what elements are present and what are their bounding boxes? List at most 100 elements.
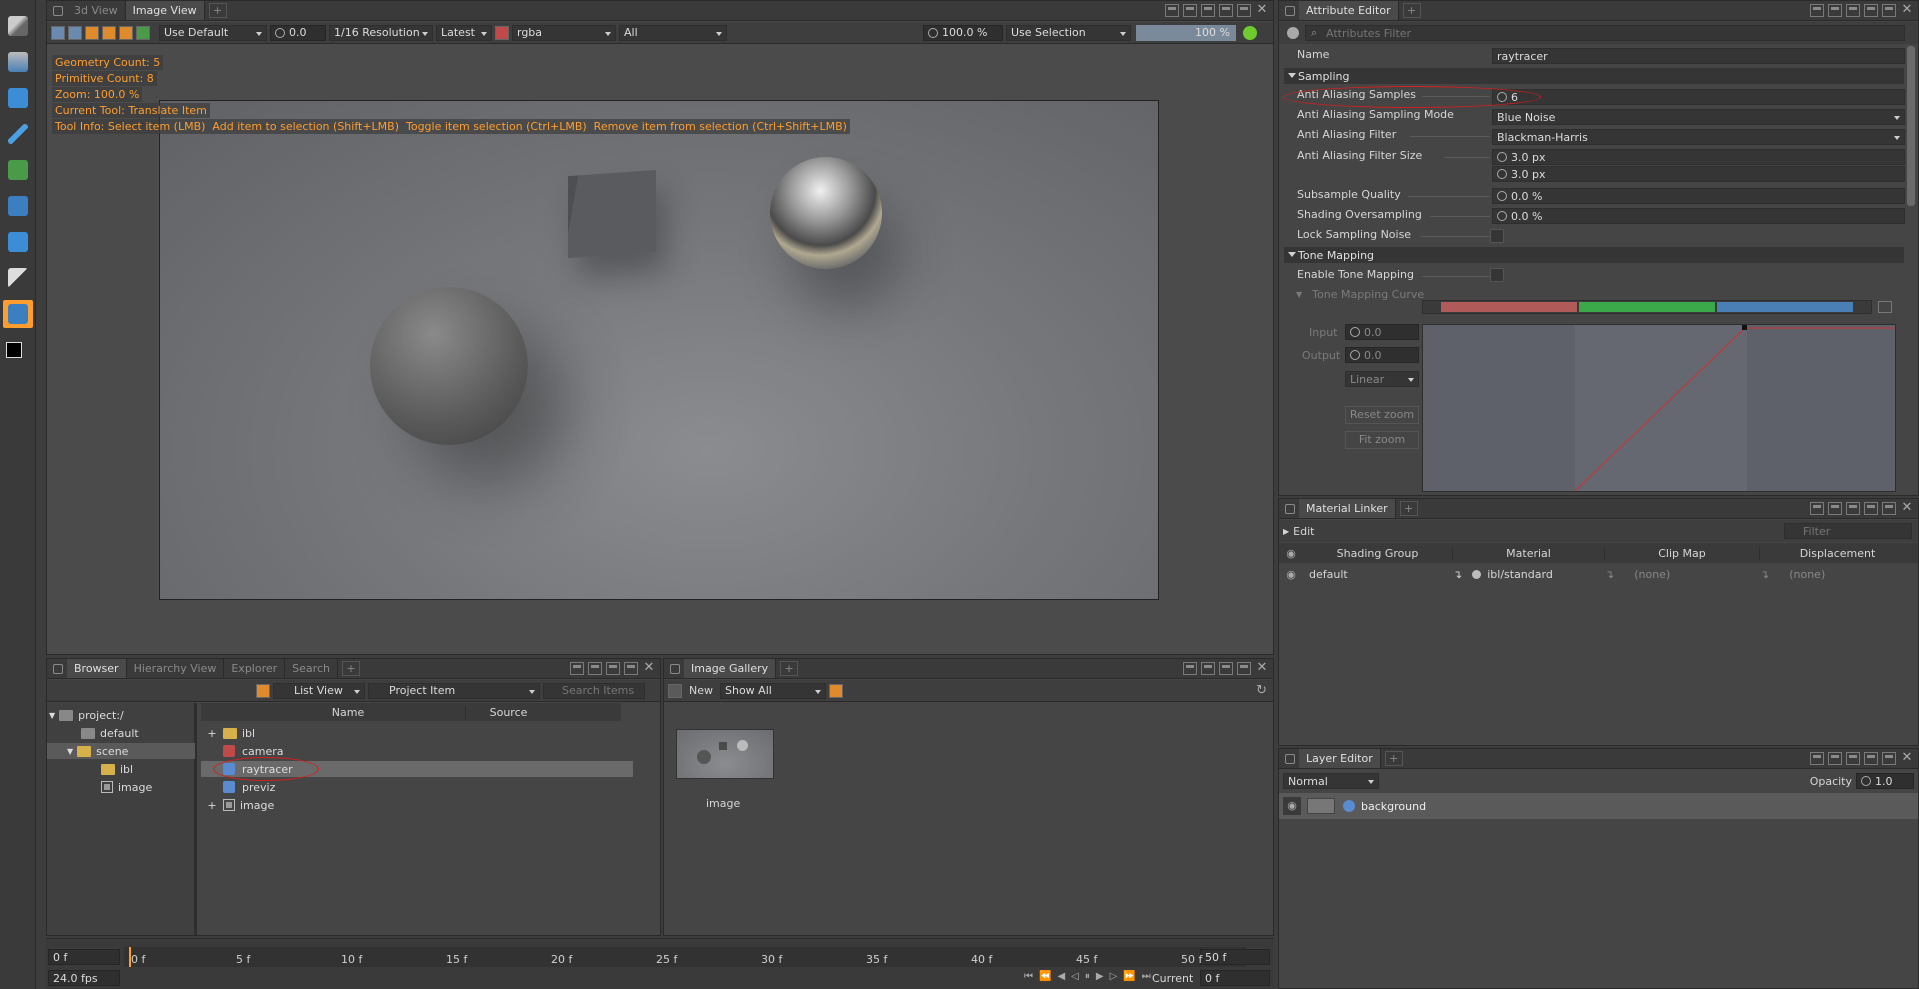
zoom-field[interactable]: 100.0 % bbox=[923, 24, 1003, 41]
layout-icon[interactable] bbox=[1846, 4, 1860, 17]
close-icon[interactable]: ✕ bbox=[1900, 501, 1914, 515]
attr-scrollbar[interactable] bbox=[1907, 46, 1915, 206]
grid-icon[interactable] bbox=[102, 25, 116, 40]
layout-icon[interactable] bbox=[588, 662, 602, 675]
select-tool[interactable] bbox=[3, 264, 33, 292]
search-items-input[interactable] bbox=[543, 682, 645, 699]
paint-brush-tool[interactable] bbox=[3, 12, 33, 40]
stamp-tool[interactable] bbox=[3, 48, 33, 76]
snapshot-icon[interactable] bbox=[51, 25, 65, 40]
minimize-icon[interactable] bbox=[624, 662, 638, 675]
lut-dropdown[interactable]: Use Default bbox=[159, 24, 267, 41]
next-key-icon[interactable]: ⏩ bbox=[1123, 971, 1135, 982]
add-tab-button[interactable]: + bbox=[1402, 3, 1421, 18]
channel-green[interactable] bbox=[1579, 302, 1715, 312]
minimize-icon[interactable] bbox=[1219, 4, 1233, 17]
sampling-section[interactable]: Sampling bbox=[1284, 68, 1904, 84]
layer-row-background[interactable]: ◉ background bbox=[1279, 793, 1918, 819]
tab-hierarchy-view[interactable]: Hierarchy View bbox=[127, 659, 225, 678]
close-icon[interactable]: ✕ bbox=[1255, 3, 1269, 17]
header-displacement[interactable]: Displacement bbox=[1760, 547, 1915, 560]
layout-icon[interactable] bbox=[1810, 502, 1824, 515]
channel-red[interactable] bbox=[1441, 302, 1577, 312]
new-button[interactable]: New bbox=[685, 684, 717, 697]
row-clip-map[interactable]: ↴ (none) bbox=[1605, 568, 1760, 581]
resolution-dropdown[interactable]: 1/16 Resolution bbox=[329, 24, 433, 41]
add-tab-button[interactable]: + bbox=[1399, 501, 1418, 516]
pause-icon[interactable]: ⏸ bbox=[1085, 971, 1090, 982]
tree-item-default[interactable]: default bbox=[81, 725, 139, 741]
layout-icon[interactable] bbox=[1165, 4, 1179, 17]
enable-tone-checkbox[interactable] bbox=[1490, 268, 1504, 282]
layer-dropdown[interactable]: All bbox=[619, 24, 727, 41]
tab-image-gallery[interactable]: Image Gallery bbox=[684, 659, 777, 678]
minimize-icon[interactable] bbox=[1864, 752, 1878, 765]
tone-mapping-section[interactable]: Tone Mapping bbox=[1284, 247, 1904, 263]
transform-tool[interactable] bbox=[3, 84, 33, 112]
tone-curve-section[interactable]: ▼ Tone Mapping Curve bbox=[1296, 286, 1424, 302]
subsample-field[interactable]: 0.0 % bbox=[1492, 188, 1905, 204]
play-backward-icon[interactable]: ◁ bbox=[1071, 971, 1079, 982]
tone-curve-graph[interactable] bbox=[1422, 324, 1896, 492]
tab-material-linker[interactable]: Material Linker bbox=[1299, 499, 1396, 518]
prev-frame-icon[interactable]: ◀ bbox=[1057, 971, 1065, 982]
play-icon[interactable]: ▶ bbox=[1096, 971, 1104, 982]
row-visibility-icon[interactable]: ◉ bbox=[1279, 568, 1303, 581]
browse-mode-icon[interactable] bbox=[256, 683, 270, 698]
start-frame-field[interactable]: 0 f bbox=[48, 949, 120, 965]
filter-toggle-icon[interactable] bbox=[1287, 27, 1299, 39]
view-mode-dropdown[interactable]: List View bbox=[273, 682, 365, 699]
fps-field[interactable]: 24.0 fps bbox=[48, 970, 120, 986]
aa-filter-size-y-field[interactable]: 3.0 px bbox=[1492, 166, 1905, 182]
layout-icon[interactable] bbox=[1219, 662, 1233, 675]
tab-explorer[interactable]: Explorer bbox=[224, 659, 286, 678]
minimize-icon[interactable] bbox=[1237, 662, 1251, 675]
lock-icon[interactable] bbox=[1285, 5, 1295, 16]
header-shading-group[interactable]: Shading Group bbox=[1303, 546, 1453, 560]
header-source[interactable]: Source bbox=[466, 706, 551, 719]
header-name[interactable]: Name bbox=[201, 705, 466, 719]
tree-item-image[interactable]: image bbox=[101, 779, 152, 795]
tree-item-ibl[interactable]: ibl bbox=[101, 761, 133, 777]
add-tab-button[interactable]: + bbox=[208, 3, 227, 18]
selection-dropdown[interactable]: Use Selection bbox=[1006, 24, 1131, 41]
layout-icon[interactable] bbox=[1828, 4, 1842, 17]
layout-icon[interactable] bbox=[1810, 4, 1824, 17]
current-frame-field[interactable]: 0 f bbox=[1200, 970, 1270, 986]
layout-icon[interactable] bbox=[1846, 502, 1860, 515]
maximize-icon[interactable] bbox=[1237, 4, 1251, 17]
lock-icon[interactable] bbox=[1285, 753, 1295, 764]
add-tab-button[interactable]: + bbox=[780, 661, 799, 676]
blend-mode-dropdown[interactable]: Normal bbox=[1283, 773, 1379, 789]
render-status-light[interactable] bbox=[1243, 25, 1257, 40]
tab-attribute-editor[interactable]: Attribute Editor bbox=[1299, 1, 1399, 20]
maximize-icon[interactable] bbox=[1882, 502, 1896, 515]
expand-plus-icon[interactable]: + bbox=[201, 727, 223, 740]
tab-layer-editor[interactable]: Layer Editor bbox=[1299, 749, 1381, 768]
layout-icon[interactable] bbox=[1183, 4, 1197, 17]
ml-row-default[interactable]: ◉ default ↴ ibl/standard ↴ (none) ↴ (none) bbox=[1279, 565, 1918, 583]
tab-browser[interactable]: Browser bbox=[67, 659, 127, 678]
eyedropper-tool[interactable] bbox=[3, 120, 33, 148]
gallery-settings-icon[interactable] bbox=[829, 683, 843, 698]
first-frame-icon[interactable]: ⏮ bbox=[1024, 971, 1033, 982]
last-frame-icon[interactable]: ⏭ bbox=[1142, 971, 1151, 982]
maximize-icon[interactable] bbox=[1882, 752, 1896, 765]
close-icon[interactable]: ✕ bbox=[1255, 661, 1269, 675]
gallery-thumbnail[interactable] bbox=[676, 729, 774, 779]
layout-icon[interactable] bbox=[1810, 752, 1824, 765]
lock-icon[interactable] bbox=[1285, 503, 1295, 514]
tab-search[interactable]: Search bbox=[285, 659, 338, 678]
row-displacement[interactable]: ↴ (none) bbox=[1760, 568, 1915, 581]
aa-mode-dropdown[interactable]: Blue Noise bbox=[1492, 109, 1905, 125]
tree-item-project[interactable]: ▼ project:/ bbox=[49, 707, 124, 723]
lock-icon[interactable] bbox=[53, 663, 63, 674]
channel-blue[interactable] bbox=[1717, 302, 1853, 312]
version-dropdown[interactable]: Latest bbox=[436, 24, 492, 41]
tab-image-view[interactable]: Image View bbox=[125, 1, 205, 20]
add-tab-button[interactable]: + bbox=[1384, 751, 1403, 766]
layout-icon[interactable] bbox=[1846, 752, 1860, 765]
close-icon[interactable]: ✕ bbox=[1900, 3, 1914, 17]
attr-name-field[interactable]: raytracer bbox=[1492, 48, 1905, 64]
curve-output-field[interactable]: 0.0 bbox=[1345, 347, 1419, 363]
